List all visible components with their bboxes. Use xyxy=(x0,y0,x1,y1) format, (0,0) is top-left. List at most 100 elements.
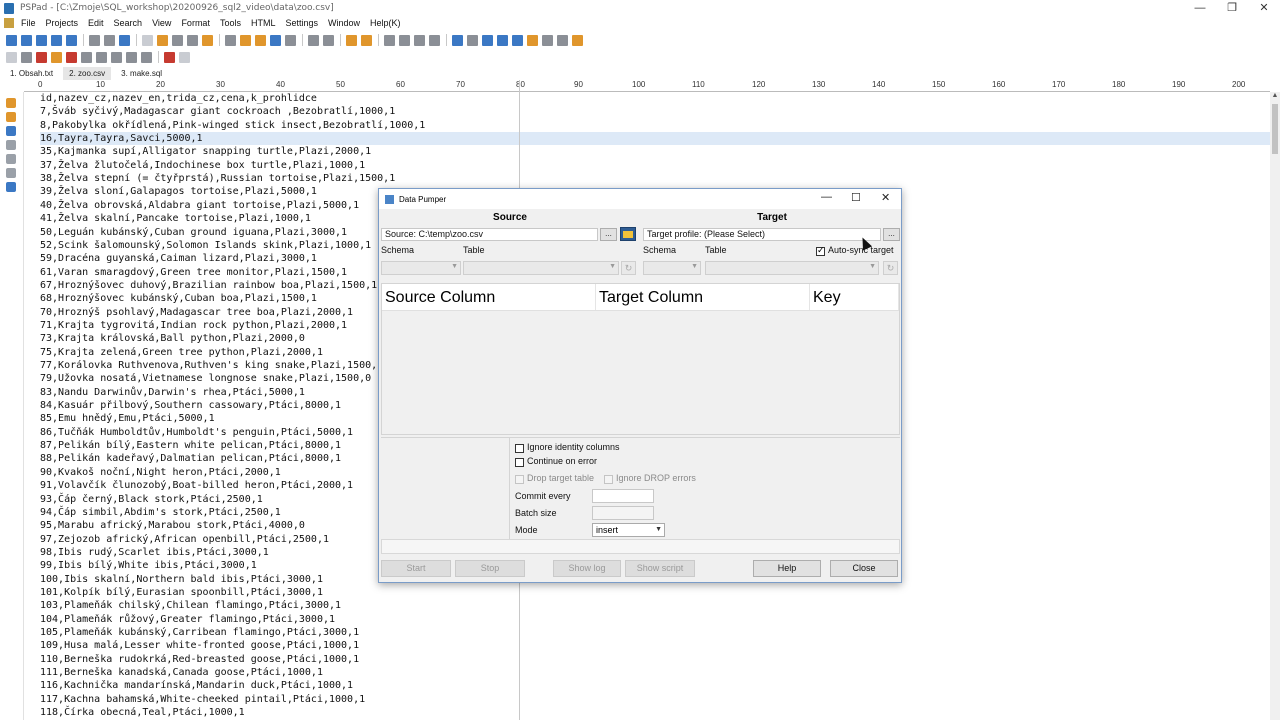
code-line[interactable]: 116,Kachnička mandarínská,Mandarin duck,… xyxy=(40,679,1270,692)
save-icon[interactable] xyxy=(36,34,47,46)
batch-size-input[interactable] xyxy=(592,506,654,520)
menu-help[interactable]: Help(K) xyxy=(365,18,406,28)
show-script-button[interactable]: Show script xyxy=(625,560,695,577)
goto-line-icon[interactable] xyxy=(270,34,281,46)
keyboard-icon[interactable] xyxy=(141,51,152,63)
help-button[interactable]: Help xyxy=(753,560,821,577)
save-all-icon[interactable] xyxy=(51,34,62,46)
image-icon[interactable] xyxy=(51,51,62,63)
menu-html[interactable]: HTML xyxy=(246,18,281,28)
dialog-close-button[interactable]: ✕ xyxy=(881,191,890,204)
info-icon[interactable] xyxy=(6,154,16,164)
code-explorer-icon[interactable] xyxy=(542,34,553,46)
code-line[interactable]: 8,Pakobylka okřídlená,Pink-winged stick … xyxy=(40,119,1270,132)
stop-button[interactable]: Stop xyxy=(455,560,525,577)
code-line[interactable]: 7,Šváb syčivý,Madagascar giant cockroach… xyxy=(40,105,1270,118)
delete-icon[interactable] xyxy=(429,34,440,46)
project-icon[interactable] xyxy=(6,126,16,136)
copy-icon[interactable] xyxy=(187,34,198,46)
target-refresh-icon[interactable]: ↻ xyxy=(883,261,898,275)
tab-zoo-csv[interactable]: 2. zoo.csv xyxy=(63,66,112,80)
menu-view[interactable]: View xyxy=(147,18,176,28)
html-tag-icon[interactable] xyxy=(6,51,17,63)
print-icon[interactable] xyxy=(89,34,100,46)
source-schema-select[interactable]: ▼ xyxy=(381,261,461,275)
open-folder-icon[interactable] xyxy=(620,227,636,241)
explorer-icon[interactable] xyxy=(6,140,16,150)
tools-icon[interactable] xyxy=(6,168,16,178)
dialog-maximize-button[interactable]: ☐ xyxy=(851,191,861,204)
run-icon[interactable] xyxy=(572,34,583,46)
copy-clip-icon[interactable] xyxy=(399,34,410,46)
mode-select[interactable]: insert ▼ xyxy=(592,523,665,537)
lock-icon[interactable] xyxy=(527,34,538,46)
scrollbar-thumb[interactable] xyxy=(1272,104,1278,154)
code-line[interactable]: 37,Želva žlutočelá,Indochinese box turtl… xyxy=(40,159,1270,172)
list-icon[interactable] xyxy=(111,51,122,63)
bookmark-icon[interactable] xyxy=(285,34,296,46)
cut-icon[interactable] xyxy=(384,34,395,46)
redo-arrow-icon[interactable] xyxy=(361,34,372,46)
start-button[interactable]: Start xyxy=(381,560,451,577)
undo-arrow-icon[interactable] xyxy=(346,34,357,46)
open-folder-icon[interactable] xyxy=(157,34,168,46)
clip-icon[interactable] xyxy=(6,98,16,108)
maximize-button[interactable]: ❐ xyxy=(1216,0,1248,16)
grid-col-key[interactable]: Key xyxy=(810,284,899,310)
code-line[interactable]: 103,Plameňák chilský,Chilean flamingo,Pt… xyxy=(40,599,1270,612)
color-picker-icon[interactable] xyxy=(66,51,77,63)
source-table-select[interactable]: ▼ xyxy=(463,261,619,275)
show-log-button[interactable]: Show log xyxy=(553,560,621,577)
dialog-minimize-button[interactable]: — xyxy=(821,191,832,203)
column-mapping-grid[interactable]: Source Column Target Column Key xyxy=(381,283,900,435)
printer-icon[interactable] xyxy=(323,34,334,46)
menu-edit[interactable]: Edit xyxy=(83,18,109,28)
grid-col-target[interactable]: Target Column xyxy=(596,284,810,310)
source-path-field[interactable]: Source: C:\temp\zoo.csv xyxy=(381,228,598,241)
close-window-button[interactable]: ✕ xyxy=(1248,0,1280,16)
menu-projects[interactable]: Projects xyxy=(41,18,84,28)
print-preview-icon[interactable] xyxy=(104,34,115,46)
hand-icon[interactable] xyxy=(202,34,213,46)
target-table-select[interactable]: ▼ xyxy=(705,261,879,275)
column-mode-icon[interactable] xyxy=(497,34,508,46)
source-refresh-icon[interactable]: ↻ xyxy=(621,261,636,275)
code-line[interactable]: 110,Berneška rudokrká,Red-breasted goose… xyxy=(40,653,1270,666)
new-file-icon[interactable] xyxy=(6,34,17,46)
code-line[interactable]: 38,Želva stepní (= čtyřprstá),Russian to… xyxy=(40,172,1270,185)
macro-icon[interactable] xyxy=(557,34,568,46)
stop-icon[interactable] xyxy=(164,51,175,63)
menu-settings[interactable]: Settings xyxy=(280,18,323,28)
replace-icon[interactable] xyxy=(240,34,251,46)
close-button[interactable]: Close xyxy=(830,560,898,577)
code-line[interactable]: id,nazev_cz,nazev_en,trida_cz,cena,k_pro… xyxy=(40,92,1270,105)
find-icon[interactable] xyxy=(225,34,236,46)
menu-file[interactable]: File xyxy=(16,18,41,28)
grid-col-source[interactable]: Source Column xyxy=(382,284,596,310)
anchor-icon[interactable] xyxy=(126,51,137,63)
drop-target-table-checkbox[interactable] xyxy=(515,475,524,484)
code-line[interactable]: 101,Kolpík bílý,Eurasian spoonbill,Ptáci… xyxy=(40,586,1270,599)
source-browse-button[interactable]: ... xyxy=(600,228,617,241)
target-schema-select[interactable]: ▼ xyxy=(643,261,701,275)
menu-window[interactable]: Window xyxy=(323,18,365,28)
tag-icon[interactable] xyxy=(21,51,32,63)
tab-make-sql[interactable]: 3. make.sql xyxy=(115,67,168,80)
compare-icon[interactable] xyxy=(308,34,319,46)
folder-icon[interactable] xyxy=(6,112,16,122)
code-line[interactable]: 35,Kajmanka supí,Alligator snapping turt… xyxy=(40,145,1270,158)
tab-obsah-txt[interactable]: 1. Obsah.txt xyxy=(4,67,59,80)
commit-every-input[interactable] xyxy=(592,489,654,503)
target-profile-field[interactable]: Target profile: (Please Select) xyxy=(643,228,881,241)
word-wrap-icon[interactable] xyxy=(482,34,493,46)
ignore-identity-checkbox[interactable] xyxy=(515,444,524,453)
code-line[interactable]: 118,Čírka obecná,Teal,Ptáci,1000,1 xyxy=(40,706,1270,719)
menu-tools[interactable]: Tools xyxy=(215,18,246,28)
find-in-files-icon[interactable] xyxy=(255,34,266,46)
database-icon[interactable] xyxy=(6,182,16,192)
minimize-button[interactable]: — xyxy=(1184,0,1216,16)
vertical-scrollbar[interactable]: ▲ xyxy=(1270,92,1280,720)
settings-icon[interactable] xyxy=(119,34,130,46)
code-line[interactable]: 104,Plameňák růžový,Greater flamingo,Ptá… xyxy=(40,613,1270,626)
ftp-icon[interactable] xyxy=(36,51,47,63)
